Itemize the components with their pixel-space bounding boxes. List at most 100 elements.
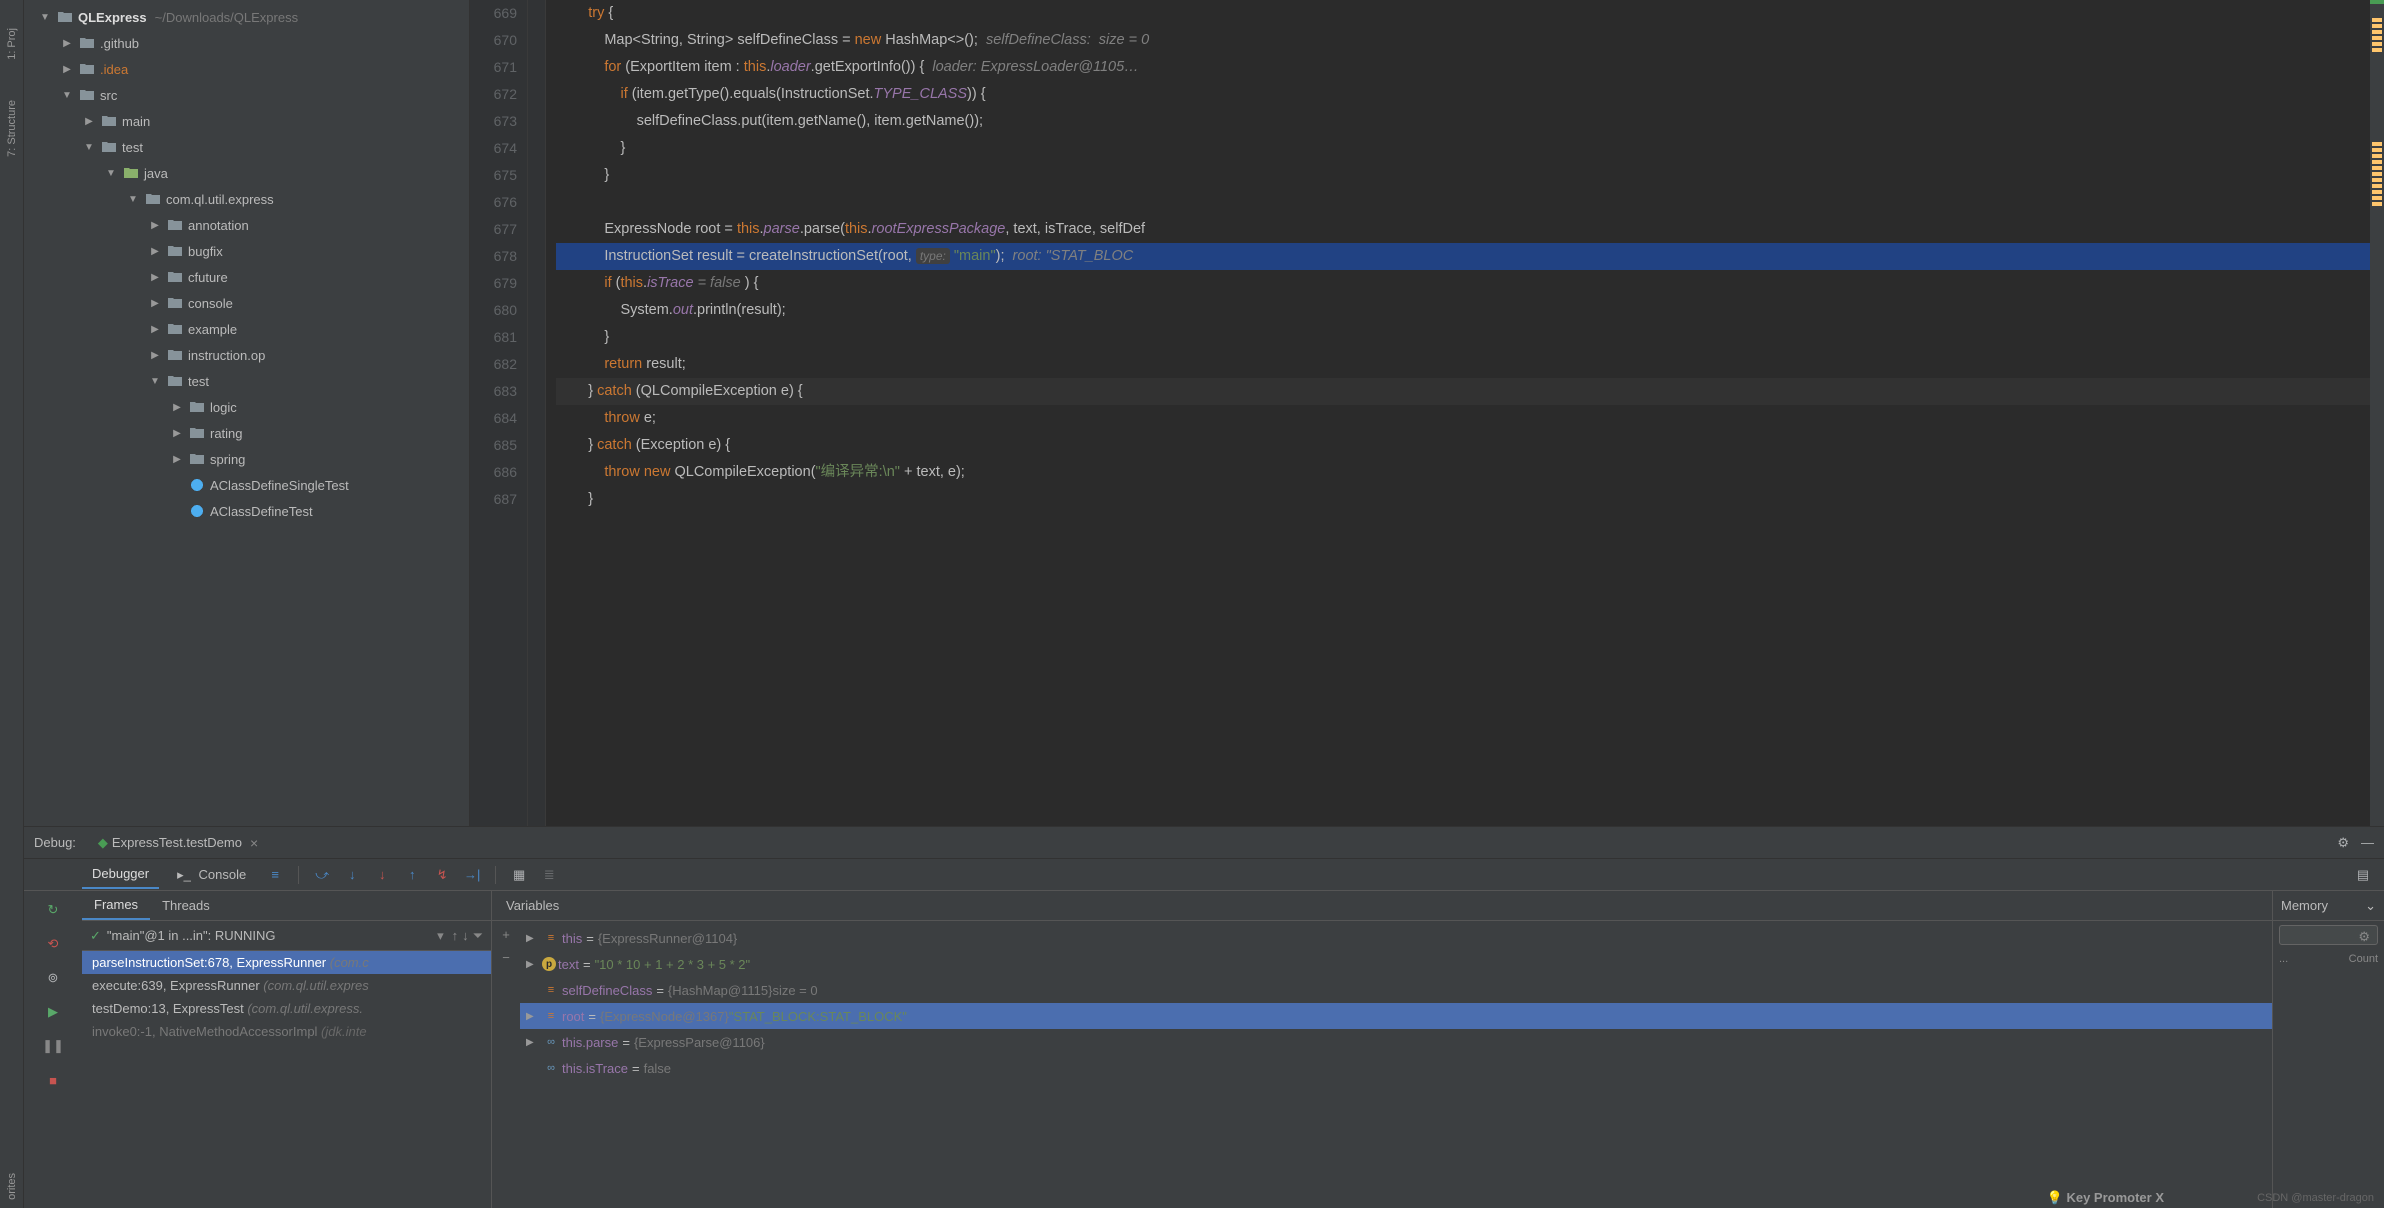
variable-row[interactable]: ≡selfDefineClass = {HashMap@1115} size =… — [520, 977, 2272, 1003]
code-line[interactable]: return result; — [556, 351, 2370, 378]
tree-arrow-icon[interactable]: ▼ — [60, 88, 74, 102]
step-into-icon[interactable]: ↓ — [341, 864, 363, 886]
layout-icon[interactable]: ▤ — [2352, 864, 2374, 886]
thread-selector[interactable]: ✓ "main"@1 in ...in": RUNNING ▾ ↑ ↓ ⏷ — [82, 921, 491, 951]
tree-item[interactable]: ▶ rating — [24, 420, 469, 446]
tree-arrow-icon[interactable]: ▶ — [148, 348, 162, 362]
code-line[interactable]: } — [556, 486, 2370, 513]
run-to-cursor-icon[interactable]: →| — [461, 864, 483, 886]
tree-root[interactable]: ▼ QLExpress ~/Downloads/QLExpress — [24, 4, 469, 30]
force-step-into-icon[interactable]: ↓ — [371, 864, 393, 886]
memory-header[interactable]: Memory — [2281, 898, 2328, 913]
debug-run-tab[interactable]: ◆ ExpressTest.testDemo × — [90, 827, 266, 858]
code-line[interactable]: } catch (Exception e) { — [556, 432, 2370, 459]
tree-arrow-icon[interactable]: ▶ — [170, 426, 184, 440]
tree-arrow-icon[interactable] — [170, 478, 184, 492]
trace-icon[interactable]: ≣ — [538, 864, 560, 886]
add-watch-icon[interactable]: + — [502, 927, 510, 942]
resume-icon[interactable]: ⟲ — [42, 933, 64, 955]
variable-row[interactable]: ▶≡this = {ExpressRunner@1104} — [520, 925, 2272, 951]
tree-item[interactable]: ▼ src — [24, 82, 469, 108]
tree-item[interactable]: ▶ annotation — [24, 212, 469, 238]
tree-arrow-icon[interactable]: ▼ — [82, 140, 96, 154]
debugger-tab[interactable]: Debugger — [82, 860, 159, 889]
tree-arrow-icon[interactable]: ▶ — [148, 218, 162, 232]
thread-dump-icon[interactable]: ≡ — [264, 864, 286, 886]
frame-list[interactable]: parseInstructionSet:678, ExpressRunner (… — [82, 951, 491, 1208]
tree-item[interactable]: ▶ cfuture — [24, 264, 469, 290]
tree-item[interactable]: ▶ instruction.op — [24, 342, 469, 368]
tree-item[interactable]: ▶ logic — [24, 394, 469, 420]
frame-item[interactable]: parseInstructionSet:678, ExpressRunner (… — [82, 951, 491, 974]
tree-item[interactable]: ▶ bugfix — [24, 238, 469, 264]
tree-item[interactable]: ▶ .github — [24, 30, 469, 56]
frame-item[interactable]: execute:639, ExpressRunner (com.ql.util.… — [82, 974, 491, 997]
variable-row[interactable]: ▶∞this.parse = {ExpressParse@1106} — [520, 1029, 2272, 1055]
tree-item[interactable]: ▼ java — [24, 160, 469, 186]
gear-icon[interactable]: ⚙ — [2358, 929, 2370, 945]
tree-item[interactable]: ▶ console — [24, 290, 469, 316]
tree-arrow-icon[interactable]: ▶ — [148, 270, 162, 284]
drop-frame-icon[interactable]: ↯ — [431, 864, 453, 886]
code-line[interactable]: ExpressNode root = this.parse.parse(this… — [556, 216, 2370, 243]
tree-arrow-icon[interactable]: ▶ — [148, 244, 162, 258]
code-line[interactable]: Map<String, String> selfDefineClass = ne… — [556, 27, 2370, 54]
structure-tool-tab[interactable]: 7: Structure — [6, 100, 18, 157]
dropdown-icon[interactable]: ▾ — [437, 928, 444, 944]
chevron-down-icon[interactable]: ⌄ — [2365, 898, 2376, 914]
rerun-icon[interactable]: ↻ — [42, 899, 64, 921]
expand-arrow-icon[interactable]: ▶ — [526, 959, 540, 970]
tree-arrow-icon[interactable]: ▶ — [60, 36, 74, 50]
step-out-icon[interactable]: ↑ — [401, 864, 423, 886]
step-over-icon[interactable]: ⤻ — [311, 864, 333, 886]
next-frame-icon[interactable]: ↓ — [462, 928, 469, 944]
expand-arrow-icon[interactable]: ▶ — [526, 1011, 540, 1022]
variable-row[interactable]: ▶ptext = "10 * 10 + 1 + 2 * 3 + 5 * 2" — [520, 951, 2272, 977]
pause-icon[interactable]: ❚❚ — [42, 1035, 64, 1057]
fold-gutter[interactable] — [528, 0, 546, 826]
tree-arrow-icon[interactable]: ▼ — [148, 374, 162, 388]
code-line[interactable]: } — [556, 324, 2370, 351]
expand-arrow-icon[interactable]: ▶ — [526, 933, 540, 944]
tree-arrow-icon[interactable]: ▶ — [60, 62, 74, 76]
variable-row[interactable]: ∞this.isTrace = false — [520, 1055, 2272, 1081]
minimize-icon[interactable]: — — [2361, 835, 2374, 851]
view-breakpoints-icon[interactable]: ⊚ — [42, 967, 64, 989]
code-line[interactable]: if (this.isTrace = false ) { — [556, 270, 2370, 297]
tree-arrow-icon[interactable]: ▶ — [82, 114, 96, 128]
tree-item[interactable]: ▼ test — [24, 134, 469, 160]
right-marker-strip[interactable] — [2370, 0, 2384, 826]
variable-rows[interactable]: ▶≡this = {ExpressRunner@1104}▶ptext = "1… — [520, 921, 2272, 1208]
prev-frame-icon[interactable]: ↑ — [452, 928, 459, 944]
tree-item[interactable]: AClassDefineTest — [24, 498, 469, 524]
code-line[interactable]: } — [556, 162, 2370, 189]
remove-watch-icon[interactable]: − — [502, 950, 510, 965]
tree-arrow-icon[interactable]: ▶ — [148, 296, 162, 310]
threads-tab[interactable]: Threads — [150, 892, 222, 919]
frames-tab[interactable]: Frames — [82, 891, 150, 920]
key-promoter-popup[interactable]: 💡 Key Promoter X — [2047, 1190, 2164, 1206]
tree-item[interactable]: ▼ test — [24, 368, 469, 394]
tree-item[interactable]: ▼ com.ql.util.express — [24, 186, 469, 212]
code-line[interactable]: System.out.println(result); — [556, 297, 2370, 324]
console-tab[interactable]: ▸_ Console — [167, 861, 256, 889]
code-line[interactable]: for (ExportItem item : this.loader.getEx… — [556, 54, 2370, 81]
project-tree[interactable]: ▼ QLExpress ~/Downloads/QLExpress ▶ .git… — [24, 0, 470, 826]
close-icon[interactable]: × — [250, 835, 258, 851]
code-area[interactable]: try { Map<String, String> selfDefineClas… — [546, 0, 2370, 826]
chevron-down-icon[interactable]: ▼ — [38, 10, 52, 24]
code-line[interactable] — [556, 189, 2370, 216]
tree-item[interactable]: ▶ spring — [24, 446, 469, 472]
tree-item[interactable]: ▶ .idea — [24, 56, 469, 82]
gear-icon[interactable]: ⚙ — [2337, 835, 2349, 851]
tree-arrow-icon[interactable]: ▶ — [170, 452, 184, 466]
tree-item[interactable]: AClassDefineSingleTest — [24, 472, 469, 498]
tree-item[interactable]: ▶ main — [24, 108, 469, 134]
tree-arrow-icon[interactable]: ▶ — [148, 322, 162, 336]
code-line[interactable]: } — [556, 135, 2370, 162]
filter-icon[interactable]: ⏷ — [473, 928, 483, 944]
favorites-tool-tab[interactable]: orites — [6, 1173, 18, 1200]
tree-item[interactable]: ▶ example — [24, 316, 469, 342]
stop-icon[interactable]: ■ — [42, 1069, 64, 1091]
code-line[interactable]: } catch (QLCompileException e) { — [556, 378, 2370, 405]
